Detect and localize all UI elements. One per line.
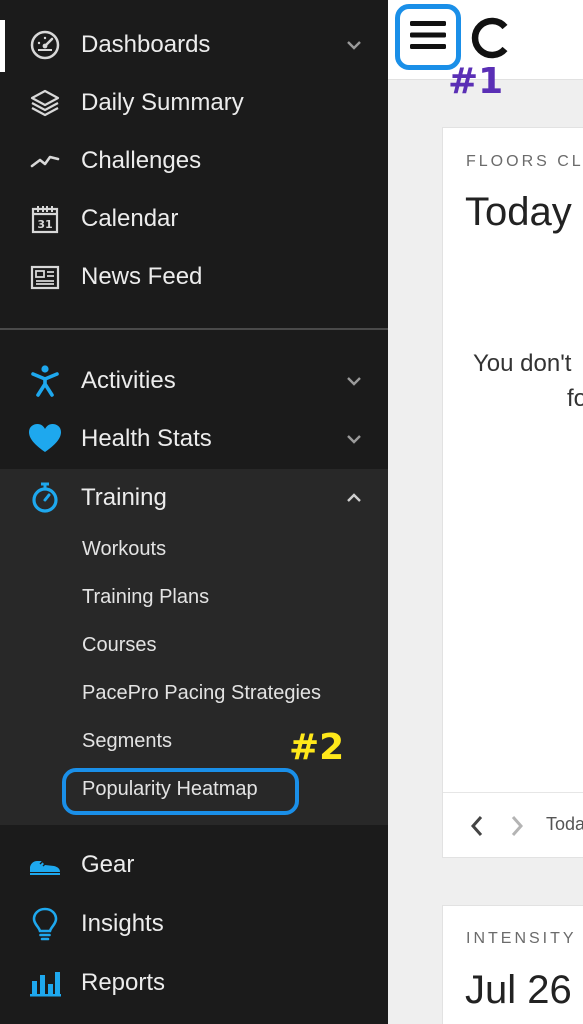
date-range-label: Toda	[546, 814, 583, 834]
sidebar-item-label: News Feed	[81, 263, 203, 290]
sidebar-item-daily-summary[interactable]: Daily Summary	[0, 74, 388, 132]
card-eyebrow: INTENSITY	[466, 930, 577, 947]
submenu-item-workouts[interactable]: Workouts	[82, 538, 166, 561]
newspaper-icon	[27, 259, 63, 295]
annotation-step-1: #1	[448, 61, 504, 102]
submenu-item-segments[interactable]: Segments	[82, 730, 172, 753]
chevron-left-icon[interactable]	[466, 812, 488, 840]
sidebar-item-label: Daily Summary	[81, 89, 244, 116]
submenu-item-popularity-heatmap[interactable]: Popularity Heatmap	[82, 778, 258, 801]
sidebar-item-calendar[interactable]: 31 Calendar	[0, 190, 388, 248]
chevron-down-icon[interactable]	[345, 36, 363, 54]
card-eyebrow: FLOORS CL	[466, 153, 583, 170]
empty-message-line2: fo	[567, 385, 583, 412]
sidebar-divider	[0, 328, 388, 330]
sidebar-item-label: Insights	[81, 910, 164, 937]
sidebar-item-gear[interactable]: Gear	[0, 836, 388, 894]
app-logo-icon[interactable]	[468, 16, 512, 60]
annotation-step-2: #2	[289, 727, 345, 768]
sidebar-item-challenges[interactable]: Challenges	[0, 132, 388, 190]
chevron-right-icon[interactable]	[506, 812, 528, 840]
sidebar-item-training[interactable]: Training	[0, 469, 388, 527]
sidebar-item-dashboards[interactable]: Dashboards	[0, 16, 388, 74]
chevron-down-icon[interactable]	[345, 430, 363, 448]
empty-message-line1: You don't	[473, 350, 572, 377]
bar-chart-icon	[27, 965, 63, 1001]
card-title: Jul 26 -	[465, 968, 583, 1012]
submenu-item-training-plans[interactable]: Training Plans	[82, 586, 209, 609]
submenu-item-courses[interactable]: Courses	[82, 634, 156, 657]
sidebar-item-label: Training	[81, 484, 167, 511]
sidebar-item-label: Gear	[81, 851, 135, 878]
hamburger-icon	[409, 19, 447, 56]
sidebar-item-label: Challenges	[81, 147, 202, 174]
sidebar-item-health-stats[interactable]: Health Stats	[0, 410, 388, 468]
heart-icon	[27, 421, 63, 457]
sidebar-nav: Dashboards Daily Summary Challenges 31 C…	[0, 0, 388, 1024]
dashboard-gauge-icon	[27, 27, 63, 63]
chevron-up-icon[interactable]	[345, 489, 363, 507]
sidebar-item-news-feed[interactable]: News Feed	[0, 248, 388, 306]
intensity-card: INTENSITY Jul 26 -	[442, 905, 583, 1024]
sidebar-item-label: Health Stats	[81, 425, 212, 452]
calendar-icon: 31	[27, 201, 63, 237]
sidebar-item-label: Calendar	[81, 205, 179, 232]
layers-icon	[27, 85, 63, 121]
sidebar-item-insights[interactable]: Insights	[0, 895, 388, 953]
chevron-down-icon[interactable]	[345, 372, 363, 390]
card-footer-divider	[443, 792, 583, 793]
sidebar-item-label: Dashboards	[81, 31, 211, 58]
submenu-item-pacepro[interactable]: PacePro Pacing Strategies	[82, 682, 321, 705]
sidebar-item-label: Reports	[81, 969, 166, 996]
stopwatch-icon	[27, 480, 63, 516]
card-title: Today	[465, 190, 572, 234]
sidebar-item-activities[interactable]: Activities	[0, 352, 388, 410]
person-activity-icon	[27, 363, 63, 399]
shoe-icon	[27, 847, 63, 883]
zigzag-line-icon	[27, 143, 63, 179]
sidebar-item-label: Activities	[81, 367, 176, 394]
floors-climbed-card: FLOORS CL Today You don't fo Toda	[442, 127, 583, 858]
calendar-day-number: 31	[37, 218, 52, 231]
sidebar-item-reports[interactable]: Reports	[0, 954, 388, 1012]
lightbulb-icon	[27, 906, 63, 942]
